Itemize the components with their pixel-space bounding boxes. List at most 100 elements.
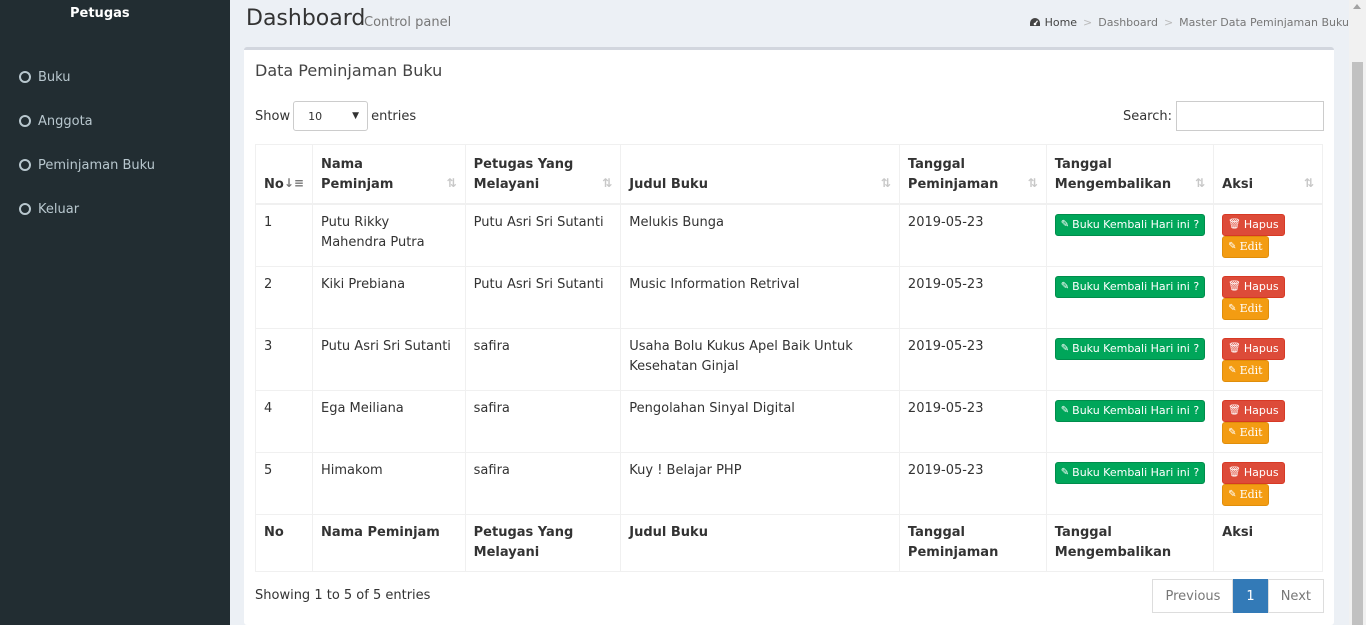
sidebar-item-anggota[interactable]: Anggota — [0, 99, 230, 143]
edit-button[interactable]: ✎ Edit — [1222, 359, 1269, 382]
cell-no: 5 — [255, 451, 313, 515]
pagination-next-button[interactable]: Next — [1267, 579, 1324, 613]
cell-judul-buku: Melukis Bunga — [620, 203, 900, 267]
breadcrumb-home-link[interactable]: Home — [1029, 16, 1077, 29]
sort-icon: ⇅ — [1303, 175, 1314, 190]
return-book-button-label: Buku Kembali Hari ini ? — [1072, 465, 1200, 479]
cell-tanggal-peminjaman: 2019-05-23 — [898, 265, 1047, 329]
sort-asc-icon: ↓≡ — [283, 175, 304, 190]
sort-icon: ⇅ — [1027, 175, 1038, 190]
sort-icon: ⇅ — [446, 175, 457, 190]
sidebar-item-buku[interactable]: Buku — [0, 55, 230, 99]
delete-button[interactable]: 🗑 Hapus — [1222, 275, 1285, 298]
circle-icon — [19, 159, 31, 171]
cell-no: 3 — [255, 327, 313, 391]
column-header-nama[interactable]: Nama Peminjam ⇅ — [311, 144, 466, 205]
cell-aksi: 🗑 Hapus ✎ Edit — [1213, 327, 1323, 391]
footer-header-petugas: Petugas Yang Melayani — [464, 513, 622, 572]
column-header-label: Tanggal Mengembalikan — [1054, 156, 1172, 192]
sidebar-item-keluar[interactable]: Keluar — [0, 187, 230, 231]
column-header-aksi[interactable]: Aksi ⇅ — [1213, 144, 1323, 205]
breadcrumb: Home > Dashboard > Master Data Peminjama… — [1029, 16, 1349, 29]
delete-button[interactable]: 🗑 Hapus — [1222, 213, 1285, 236]
breadcrumb-item-current: Master Data Peminjaman Buku — [1179, 16, 1349, 29]
entries-select-value: 10 — [308, 109, 323, 123]
scroll-up-arrow-icon[interactable] — [1353, 4, 1361, 9]
sidebar-item-label: Anggota — [38, 113, 93, 129]
delete-button[interactable]: 🗑 Hapus — [1222, 461, 1285, 484]
pencil-icon: ✎ — [1060, 342, 1070, 354]
edit-button[interactable]: ✎ Edit — [1222, 297, 1269, 320]
table-row: 2 Kiki Prebiana Putu Asri Sri Sutanti Music… — [255, 265, 1323, 329]
scrollbar-thumb[interactable] — [1352, 62, 1363, 625]
cell-tanggal-mengembalikan: ✎ Buku Kembali Hari ini ? — [1045, 327, 1215, 391]
column-header-label: Nama Peminjam — [320, 156, 394, 192]
cell-petugas: safira — [464, 389, 622, 453]
cell-petugas: safira — [464, 451, 622, 515]
delete-button[interactable]: 🗑 Hapus — [1222, 399, 1285, 422]
breadcrumb-item-dashboard[interactable]: Dashboard — [1098, 16, 1158, 29]
page-scrollbar[interactable] — [1349, 0, 1366, 625]
pagination-previous-button[interactable]: Previous — [1152, 579, 1234, 613]
return-book-button[interactable]: ✎ Buku Kembali Hari ini ? — [1054, 275, 1206, 298]
sort-icon: ⇅ — [880, 175, 891, 190]
cell-no: 1 — [255, 203, 313, 267]
search-control: Search: — [1123, 101, 1324, 131]
edit-button[interactable]: ✎ Edit — [1222, 235, 1269, 258]
breadcrumb-separator: > — [1083, 16, 1093, 29]
search-label: Search: — [1122, 108, 1172, 124]
return-book-button-label: Buku Kembali Hari ini ? — [1072, 217, 1200, 231]
sidebar-item-label: Peminjaman Buku — [38, 157, 155, 173]
footer-header-judul: Judul Buku — [620, 513, 900, 572]
column-header-judul[interactable]: Judul Buku ⇅ — [620, 144, 900, 205]
cell-nama-peminjam: Ega Meiliana — [311, 389, 466, 453]
return-book-button[interactable]: ✎ Buku Kembali Hari ini ? — [1054, 399, 1206, 422]
pagination-page-button[interactable]: 1 — [1233, 579, 1268, 613]
pencil-icon: ✎ — [1060, 218, 1070, 230]
edit-button[interactable]: ✎ Edit — [1222, 421, 1269, 444]
sort-icon: ⇅ — [1195, 175, 1206, 190]
column-header-label: No — [264, 176, 284, 192]
table-info: Showing 1 to 5 of 5 entries — [255, 588, 431, 603]
return-book-button-label: Buku Kembali Hari ini ? — [1072, 341, 1200, 355]
table-row: 1 Putu Rikky Mahendra Putra Putu Asri Sri … — [255, 203, 1323, 267]
cell-judul-buku: Music Information Retrival — [620, 265, 900, 329]
search-input[interactable] — [1176, 101, 1324, 131]
edit-button[interactable]: ✎ Edit — [1222, 483, 1269, 506]
cell-aksi: 🗑 Hapus ✎ Edit — [1213, 451, 1323, 515]
cell-aksi: 🗑 Hapus ✎ Edit — [1213, 265, 1323, 329]
dashboard-icon — [1029, 18, 1040, 26]
cell-tanggal-peminjaman: 2019-05-23 — [898, 327, 1047, 391]
table-row: 3 Putu Asri Sri Sutanti safira Usaha Bolu K… — [255, 327, 1323, 391]
cell-tanggal-mengembalikan: ✎ Buku Kembali Hari ini ? — [1045, 451, 1215, 515]
page-title: Dashboard — [246, 6, 366, 31]
cell-petugas: safira — [464, 327, 622, 391]
pencil-icon: ✎ — [1060, 404, 1070, 416]
pencil-icon: ✎ — [1060, 466, 1070, 478]
sidebar-item-label: Keluar — [38, 201, 80, 217]
column-header-tanggal-pinjam[interactable]: Tanggal Peminjaman ⇅ — [898, 144, 1047, 205]
loans-table: No ↓≡ Nama Peminjam ⇅ Petugas Yang Melayan… — [255, 144, 1323, 572]
return-book-button-label: Buku Kembali Hari ini ? — [1072, 279, 1200, 293]
content-area: Dashboard Control panel Home > Dashboard… — [230, 0, 1349, 625]
table-header-row: No ↓≡ Nama Peminjam ⇅ Petugas Yang Melayan… — [255, 144, 1323, 205]
box-title: Data Peminjaman Buku — [255, 61, 443, 80]
page-subtitle: Control panel — [364, 15, 452, 30]
delete-button[interactable]: 🗑 Hapus — [1222, 337, 1285, 360]
return-book-button[interactable]: ✎ Buku Kembali Hari ini ? — [1054, 461, 1206, 484]
footer-header-tanggal-pinjam: Tanggal Peminjaman — [898, 513, 1047, 572]
column-header-tanggal-kembali[interactable]: Tanggal Mengembalikan ⇅ — [1045, 144, 1215, 205]
entries-length-control: Show 10 ▼ entries — [255, 101, 416, 131]
column-header-petugas[interactable]: Petugas Yang Melayani ⇅ — [464, 144, 622, 205]
column-header-no[interactable]: No ↓≡ — [255, 144, 313, 205]
entries-select[interactable]: 10 ▼ — [293, 101, 369, 131]
cell-petugas: Putu Asri Sri Sutanti — [464, 203, 622, 267]
circle-icon — [19, 115, 31, 127]
return-book-button-label: Buku Kembali Hari ini ? — [1072, 403, 1200, 417]
return-book-button[interactable]: ✎ Buku Kembali Hari ini ? — [1054, 337, 1206, 360]
sidebar-item-peminjaman-buku[interactable]: Peminjaman Buku — [0, 143, 230, 187]
table-row: 5 Himakom safira Kuy ! Belajar PHP 2019-05-2… — [255, 451, 1323, 515]
return-book-button[interactable]: ✎ Buku Kembali Hari ini ? — [1054, 213, 1206, 236]
column-header-label: Petugas Yang Melayani — [473, 156, 574, 192]
cell-judul-buku: Usaha Bolu Kukus Apel Baik Untuk Kesehat… — [620, 327, 900, 391]
